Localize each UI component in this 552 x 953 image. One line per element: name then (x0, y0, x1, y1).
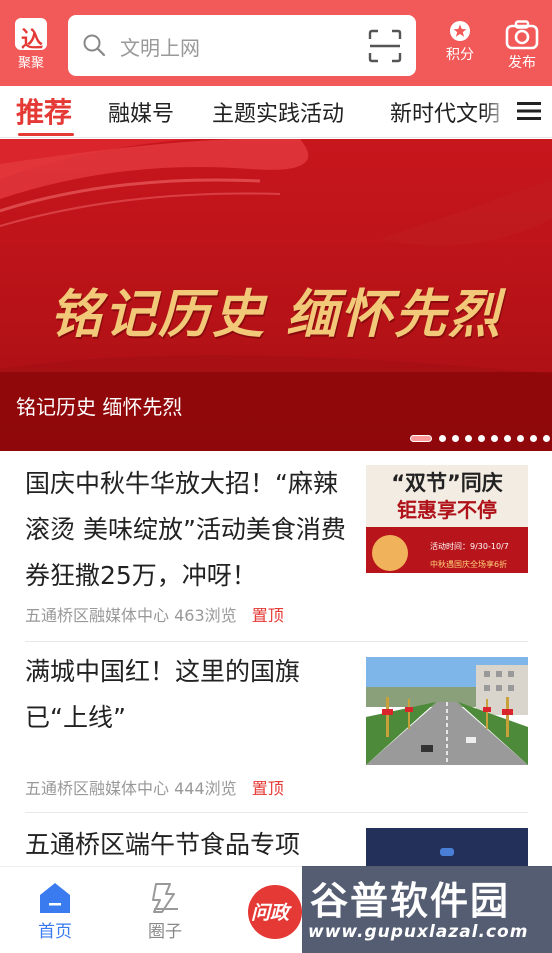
carousel-dot[interactable] (530, 435, 537, 442)
news-thumbnail: “双节”同庆 钜惠享不停 活动时间：9/30-10/7 中秋遇国庆全场享6折 (366, 465, 528, 573)
news-thumbnail (366, 828, 528, 866)
pinned-badge: 置顶 (251, 779, 284, 798)
carousel-dot[interactable] (452, 435, 459, 442)
home-icon (40, 883, 70, 913)
street-photo (366, 657, 528, 765)
news-views: 444浏览 (174, 779, 237, 798)
news-title: 五通桥区端午节食品专项 (25, 830, 301, 859)
nav-home-label: 首页 (38, 922, 72, 942)
news-item[interactable]: 国庆中秋牛华放大招！“麻辣滚烫 美味绽放”活动美食消费券狂撒25万，冲呀！ 五通… (0, 451, 552, 641)
points-label: 积分 (446, 47, 474, 63)
news-title: 国庆中秋牛华放大招！“麻辣滚烫 美味绽放”活动美食消费券狂撒25万，冲呀！ (25, 469, 346, 590)
pinned-badge: 置顶 (251, 606, 284, 625)
news-meta: 五通桥区融媒体中心 444浏览 置顶 (25, 775, 284, 799)
scan-icon[interactable] (368, 29, 402, 63)
channel-tabs: 推荐 融媒号 主题实践活动 新时代文明 (0, 86, 552, 138)
thumb-emblem (440, 848, 454, 856)
carousel-indicator (410, 433, 550, 443)
news-item[interactable]: 五通桥区端午节食品专项 (0, 813, 552, 866)
search-icon (83, 34, 106, 57)
news-source: 五通桥区融媒体中心 (25, 779, 170, 798)
site-watermark: 谷普软件园 www.gupuxlazal.com (302, 866, 552, 953)
watermark-url: www.gupuxlazal.com (308, 922, 529, 942)
thumb-subheadline: 钜惠享不停 (397, 498, 497, 522)
camera-icon (505, 20, 539, 50)
top-header: 込 聚聚 文明上网 积分 发布 (0, 0, 552, 86)
food-image (372, 535, 408, 571)
thumb-discount-text: 中秋遇国庆全场享6折 (430, 560, 508, 569)
nav-inquiry-label: 问政 (251, 902, 290, 924)
search-bar[interactable]: 文明上网 (68, 15, 416, 76)
publish-button[interactable]: 发布 (500, 20, 544, 72)
app-logo-label: 聚聚 (17, 56, 44, 71)
news-source: 五通桥区融媒体中心 (25, 606, 170, 625)
banner-caption: 铭记历史 缅怀先烈 (16, 395, 183, 419)
watermark-name: 谷普软件园 (310, 879, 511, 923)
nav-inquiry-button[interactable]: 问政 (248, 885, 302, 939)
banner-title: 铭记历史 缅怀先烈 (49, 284, 503, 345)
news-title: 满城中国红！这里的国旗已“上线” (25, 657, 301, 732)
star-icon (450, 21, 470, 41)
active-tab-indicator (18, 133, 74, 136)
carousel-dot[interactable] (543, 435, 550, 442)
carousel-dot[interactable] (478, 435, 485, 442)
news-thumbnail (366, 657, 528, 765)
carousel-dot[interactable] (465, 435, 472, 442)
circle-community-icon (152, 883, 178, 913)
app-logo-button[interactable]: 込 聚聚 (10, 18, 52, 74)
nav-circle-label: 圈子 (148, 922, 182, 942)
thumb-date-text: 活动时间：9/30-10/7 (430, 542, 509, 551)
publish-label: 发布 (508, 55, 536, 71)
points-button[interactable]: 积分 (438, 20, 482, 64)
news-views: 463浏览 (174, 606, 237, 625)
menu-icon[interactable] (516, 98, 542, 124)
carousel-dot[interactable] (504, 435, 511, 442)
carousel-dot[interactable] (517, 435, 524, 442)
search-placeholder: 文明上网 (120, 36, 200, 60)
carousel-dot[interactable] (439, 435, 446, 442)
app-logo-icon: 込 (15, 18, 47, 53)
news-item[interactable]: 满城中国红！这里的国旗已“上线” 五通桥区融媒体中心 444浏览 置顶 (0, 642, 552, 812)
nav-home[interactable]: 首页 (25, 881, 85, 942)
tab-theme-activity[interactable]: 主题实践活动 (212, 96, 344, 128)
nav-circle[interactable]: 圈子 (135, 881, 195, 942)
tab-media-account[interactable]: 融媒号 (108, 96, 174, 128)
carousel-dot[interactable] (491, 435, 498, 442)
news-meta: 五通桥区融媒体中心 463浏览 置顶 (25, 602, 284, 626)
tab-recommend[interactable]: 推荐 (16, 91, 72, 131)
carousel-dot-active[interactable] (410, 435, 432, 442)
tab-fade (482, 86, 512, 137)
hero-banner[interactable]: 铭记历史 缅怀先烈 铭记历史 缅怀先烈 (0, 139, 552, 451)
